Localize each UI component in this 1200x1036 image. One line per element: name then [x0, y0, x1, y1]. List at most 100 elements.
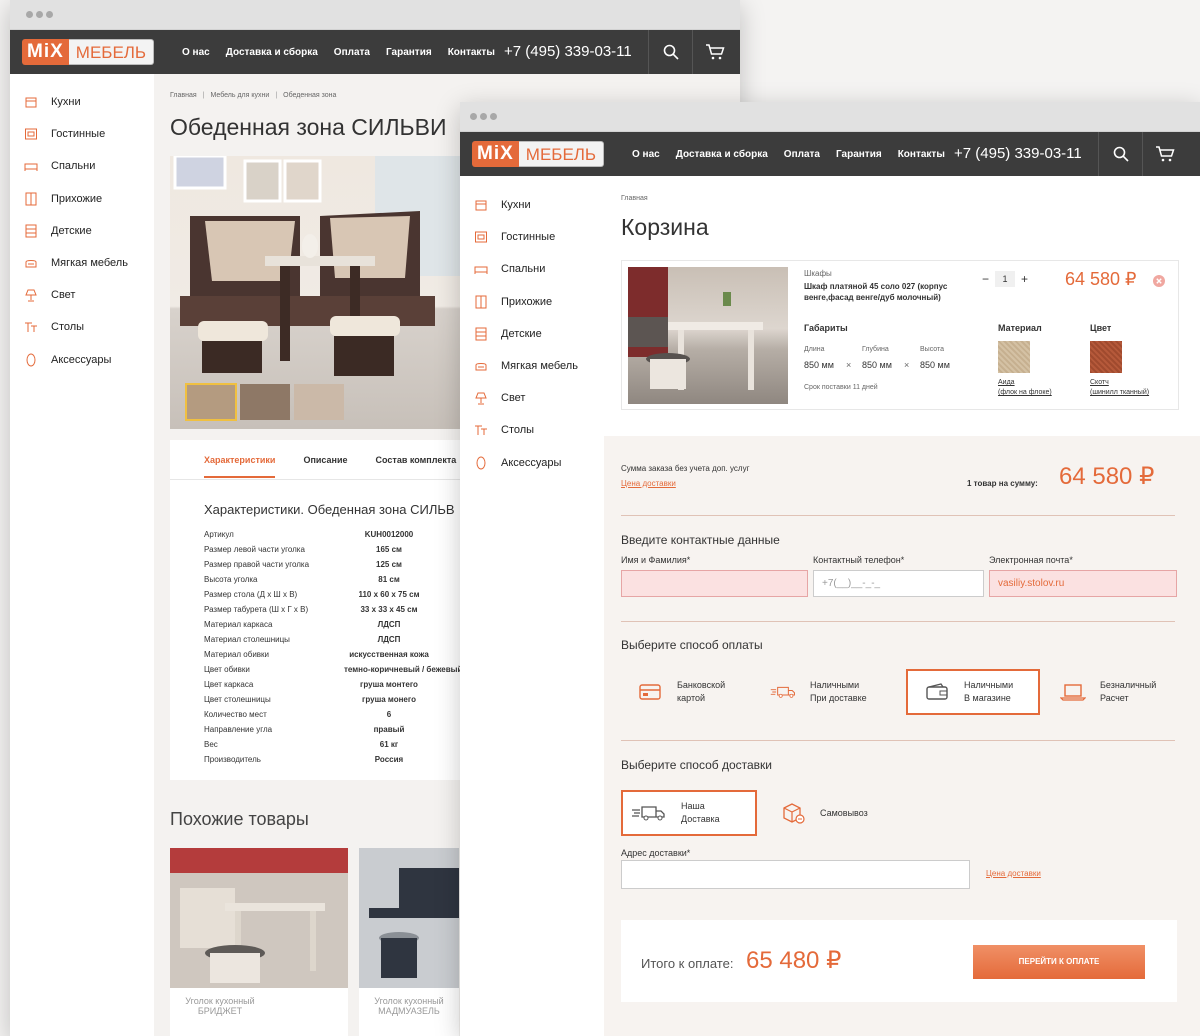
cart-button[interactable]: [1142, 132, 1186, 176]
nav-warranty[interactable]: Гарантия: [386, 47, 432, 58]
sidebar-item-light[interactable]: Свет: [10, 279, 154, 311]
option-line: В магазине: [964, 693, 1011, 703]
sidebar-item-label: Гостинные: [51, 128, 106, 141]
sidebar-item-kids[interactable]: Детские: [10, 215, 154, 247]
delivery-title: Выберите способ доставки: [621, 758, 773, 772]
similar-card[interactable]: Уголок кухонный БРИДЖЕТ: [170, 848, 348, 1036]
order-form: Сумма заказа без учета доп. услуг Цена д…: [604, 436, 1200, 1036]
phone-number[interactable]: +7 (495) 339-03-11: [954, 132, 1082, 176]
sidebar-item-bedrooms[interactable]: Спальни: [10, 150, 154, 182]
nav-payment[interactable]: Оплата: [334, 47, 370, 58]
living-room-icon: [474, 230, 488, 244]
delivery-price-link[interactable]: Цена доставки: [621, 479, 676, 488]
search-button[interactable]: [648, 30, 692, 74]
nav-contacts[interactable]: Контакты: [898, 149, 945, 160]
logo[interactable]: MiX МЕБЕЛЬ: [472, 141, 605, 167]
kids-room-icon: [24, 224, 38, 238]
payment-option-cashless[interactable]: Безналичный Расчет: [1044, 669, 1178, 715]
payment-option-cash-store[interactable]: Наличными В магазине: [906, 669, 1040, 715]
sidebar-item-hallways[interactable]: Прихожие: [10, 183, 154, 215]
main-nav: О нас Доставка и сборка Оплата Гарантия …: [182, 30, 511, 74]
item-name[interactable]: Шкаф платяной 45 соло 027 (корпус: [804, 282, 947, 291]
tab-kit[interactable]: Состав комплекта: [376, 455, 457, 465]
nav-contacts[interactable]: Контакты: [448, 47, 495, 58]
nav-delivery[interactable]: Доставка и сборка: [226, 47, 318, 58]
sidebar-item-label: Столы: [51, 321, 85, 334]
sidebar-item-bedrooms[interactable]: Спальни: [460, 253, 604, 285]
summary-count: 1 товар на сумму:: [967, 479, 1038, 488]
sidebar-item-living[interactable]: Гостинные: [460, 221, 604, 253]
sidebar-item-accessories[interactable]: Аксессуары: [460, 447, 604, 479]
nav-warranty[interactable]: Гарантия: [836, 149, 882, 160]
browser-chrome: [460, 102, 1200, 132]
proceed-to-payment-button[interactable]: ПЕРЕЙТИ К ОПЛАТЕ: [973, 945, 1145, 979]
color-sub[interactable]: (шинилл тканный): [1090, 389, 1149, 396]
breadcrumb-current: Обеденная зона: [283, 92, 337, 99]
nav-about[interactable]: О нас: [182, 47, 210, 58]
total-value: 65 480 ₽: [746, 947, 842, 974]
material-sub[interactable]: (флок на флоке): [998, 389, 1052, 396]
address-field[interactable]: [621, 860, 970, 889]
sidebar-item-tables[interactable]: Столы: [10, 311, 154, 343]
nav-payment[interactable]: Оплата: [784, 149, 820, 160]
breadcrumb-category[interactable]: Мебель для кухни: [210, 92, 269, 99]
remove-item-button[interactable]: [1153, 274, 1165, 292]
phone-field[interactable]: +7(__)__-_-_: [813, 570, 984, 597]
spec-title: Характеристики. Обеденная зона СИЛЬВ: [204, 502, 455, 517]
summary-sum: 64 580 ₽: [1059, 463, 1155, 490]
sidebar-item-label: Кухни: [51, 96, 81, 109]
sidebar-item-hallways[interactable]: Прихожие: [460, 286, 604, 318]
sidebar-item-kids[interactable]: Детские: [460, 318, 604, 350]
sidebar-item-living[interactable]: Гостинные: [10, 118, 154, 150]
kitchen-icon: [474, 198, 488, 212]
cart-icon: [1155, 146, 1175, 162]
spec-row: Количество мест 6: [204, 710, 392, 719]
sidebar-item-label: Столы: [501, 424, 535, 437]
material-name[interactable]: Аида: [998, 379, 1015, 386]
email-field[interactable]: vasiliy.stolov.ru: [989, 570, 1177, 597]
sidebar-item-kitchens[interactable]: Кухни: [10, 86, 154, 118]
cart-button[interactable]: [692, 30, 736, 74]
logo-text: МЕБЕЛЬ: [518, 141, 605, 167]
dims-title: Габариты: [804, 323, 848, 333]
payment-option-card[interactable]: Банковской картой: [621, 669, 753, 715]
option-line: При доставке: [810, 693, 867, 703]
search-button[interactable]: [1098, 132, 1142, 176]
sidebar-item-tables[interactable]: Столы: [460, 414, 604, 446]
tab-characteristics[interactable]: Характеристики: [204, 455, 276, 478]
sidebar-item-soft[interactable]: Мягкая мебель: [10, 247, 154, 279]
item-name-line2[interactable]: венге,фасад венге/дуб молочный): [804, 293, 941, 302]
nav-about[interactable]: О нас: [632, 149, 660, 160]
option-line: Банковской: [677, 680, 726, 690]
search-icon: [1113, 146, 1129, 162]
quantity-value[interactable]: 1: [995, 271, 1016, 287]
sidebar-item-kitchens[interactable]: Кухни: [460, 189, 604, 221]
sidebar-item-accessories[interactable]: Аксессуары: [10, 344, 154, 376]
delivery-option-our[interactable]: Наша Доставка: [621, 790, 757, 836]
color-swatch[interactable]: [1090, 341, 1122, 373]
phone-label: Контактный телефон*: [813, 555, 905, 565]
payment-option-cash-delivery[interactable]: Наличными При доставке: [764, 669, 896, 715]
window-dot: [26, 11, 33, 18]
logo[interactable]: MiX МЕБЕЛЬ: [22, 39, 155, 65]
quantity-increase-button[interactable]: +: [1021, 272, 1028, 286]
material-swatch[interactable]: [998, 341, 1030, 373]
delivery-price-link[interactable]: Цена доставки: [986, 869, 1041, 878]
nav-delivery[interactable]: Доставка и сборка: [676, 149, 768, 160]
phone-number[interactable]: +7 (495) 339-03-11: [504, 30, 632, 74]
option-line: Наличными: [964, 680, 1014, 690]
name-field[interactable]: [621, 570, 808, 597]
tab-description[interactable]: Описание: [303, 455, 347, 465]
sidebar-item-label: Детские: [501, 327, 542, 340]
similar-card[interactable]: Уголок кухонный МАДМУАЗЕЛЬ: [359, 848, 459, 1036]
sidebar-item-soft[interactable]: Мягкая мебель: [460, 350, 604, 382]
email-label: Электронная почта*: [989, 555, 1073, 565]
sidebar-item-light[interactable]: Свет: [460, 382, 604, 414]
breadcrumb-home[interactable]: Главная: [170, 92, 197, 99]
delivery-option-pickup[interactable]: Самовывоз: [770, 790, 890, 836]
characteristics-panel: Характеристики Описание Состав комплекта…: [170, 440, 462, 780]
color-name[interactable]: Скотч: [1090, 379, 1109, 386]
breadcrumb[interactable]: Главная: [621, 195, 648, 202]
spec-row: Размер табурета (Ш х Г х В) 33 x 33 x 45 …: [204, 605, 418, 614]
quantity-decrease-button[interactable]: −: [982, 272, 989, 286]
